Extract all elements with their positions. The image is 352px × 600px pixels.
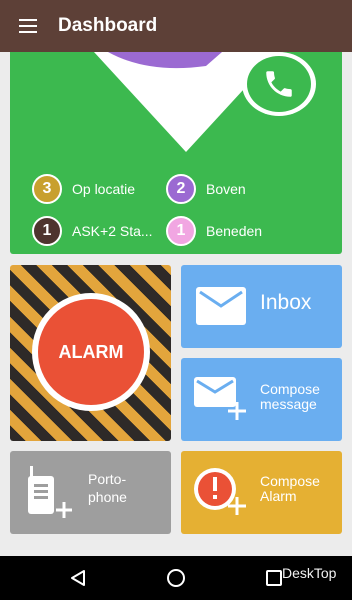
legend-item-boven[interactable]: 2 Boven [166, 174, 246, 204]
app-bar: Dashboard [0, 0, 352, 52]
watermark: DeskTop [268, 565, 336, 581]
compose-message-tile[interactable]: Compose message [181, 358, 342, 441]
call-button[interactable] [242, 52, 316, 116]
home-icon [167, 569, 185, 587]
legend-label: Op locatie [72, 181, 136, 197]
legend-count-badge: 1 [32, 216, 62, 246]
compose-message-line-2: message [260, 395, 317, 412]
inbox-label: Inbox [260, 291, 312, 314]
compose-alarm-line-1: Compose [260, 473, 320, 489]
inbox-tile[interactable]: Inbox [181, 265, 342, 348]
walkie-talkie-icon [28, 466, 72, 518]
watermark-text: DeskTop [282, 565, 337, 581]
back-button[interactable] [62, 562, 94, 594]
envelope-plus-icon [194, 377, 246, 420]
alarm-tile[interactable]: ALARM [10, 265, 171, 441]
alarm-button[interactable]: ALARM [32, 293, 150, 411]
portophone-line-2: phone [88, 488, 127, 505]
portophone-line-1: Porto- [88, 471, 127, 487]
page-title: Dashboard [58, 15, 158, 36]
back-icon [71, 570, 85, 586]
status-card: 3 Op locatie 2 Boven 1 ASK+2 Sta... 1 Be… [10, 52, 342, 254]
legend-count-badge: 2 [166, 174, 196, 204]
compose-message-line-1: Compose [260, 381, 320, 397]
compose-alarm-label: Compose Alarm [260, 474, 320, 503]
legend-item-op-locatie[interactable]: 3 Op locatie [32, 174, 135, 204]
legend-item-ask[interactable]: 1 ASK+2 Sta... [32, 216, 153, 246]
envelope-icon [196, 287, 246, 325]
portophone-label: Porto- phone [88, 472, 127, 504]
compose-alarm-tile[interactable]: Compose Alarm [181, 451, 342, 534]
legend-label: ASK+2 Sta... [72, 223, 153, 239]
compose-message-label: Compose message [260, 382, 320, 411]
legend-item-beneden[interactable]: 1 Beneden [166, 216, 262, 246]
alarm-label: ALARM [38, 299, 144, 405]
phone-icon [266, 71, 292, 97]
alert-plus-icon [194, 468, 246, 515]
menu-icon[interactable] [0, 0, 56, 52]
legend-label: Boven [206, 181, 246, 197]
legend-label: Beneden [206, 223, 263, 239]
legend-count-badge: 3 [32, 174, 62, 204]
compose-alarm-line-2: Alarm [260, 487, 297, 504]
portophone-tile[interactable]: Porto- phone [10, 451, 171, 534]
home-button[interactable] [160, 562, 192, 594]
legend-count-badge: 1 [166, 216, 196, 246]
